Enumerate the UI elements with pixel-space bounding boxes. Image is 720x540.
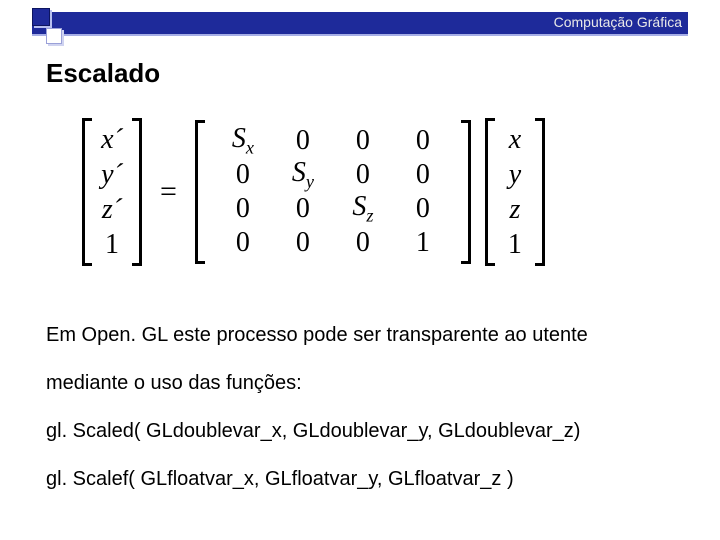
cell: x´ <box>98 122 126 157</box>
cell: Sz <box>352 191 373 227</box>
cell: 0 <box>236 193 250 225</box>
cell: 0 <box>356 125 370 157</box>
cell: z´ <box>98 192 126 227</box>
equation: x´ y´ z´ 1 = Sx 0 0 0 0 Sy 0 0 <box>82 118 545 266</box>
cell: 1 <box>416 227 430 259</box>
header-breadcrumb: Computação Gráfica <box>554 14 682 30</box>
bracket-left-icon <box>82 118 92 266</box>
cell: 0 <box>296 125 310 157</box>
rhs-vector: x y z 1 <box>485 118 545 266</box>
slide: Computação Gráfica Escalado x´ y´ z´ 1 =… <box>0 0 720 540</box>
bracket-right-icon <box>535 118 545 266</box>
cell: z <box>501 192 529 227</box>
bullet-square-white <box>46 28 62 44</box>
cell: 0 <box>356 159 370 191</box>
header-underline <box>32 34 688 36</box>
matrix-cells: Sx 0 0 0 0 Sy 0 0 0 0 Sz 0 0 0 0 1 <box>205 120 461 264</box>
page-title: Escalado <box>46 58 160 89</box>
bullet-square-blue <box>32 8 50 26</box>
header-bar: Computação Gráfica <box>32 12 688 34</box>
cell: Sy <box>292 157 314 193</box>
body-line-1: Em Open. GL este processo pode ser trans… <box>46 322 674 348</box>
bracket-right-icon <box>461 120 471 264</box>
cell: Sx <box>232 123 254 159</box>
equation-row: x´ y´ z´ 1 = Sx 0 0 0 0 Sy 0 0 <box>82 118 545 266</box>
cell: 0 <box>236 159 250 191</box>
cell: y´ <box>98 157 126 192</box>
cell: x <box>501 122 529 157</box>
cell: y <box>501 157 529 192</box>
bracket-left-icon <box>485 118 495 266</box>
lhs-vector: x´ y´ z´ 1 <box>82 118 142 266</box>
matrix: Sx 0 0 0 0 Sy 0 0 0 0 Sz 0 0 0 0 1 <box>195 120 471 264</box>
equals-sign: = <box>156 175 181 209</box>
rhs-vector-cells: x y z 1 <box>495 118 535 266</box>
cell: 0 <box>356 227 370 259</box>
cell: 0 <box>416 159 430 191</box>
body-line-4: gl. Scalef( GLfloatvar_x, GLfloatvar_y, … <box>46 466 674 492</box>
lhs-vector-cells: x´ y´ z´ 1 <box>92 118 132 266</box>
bracket-left-icon <box>195 120 205 264</box>
cell: 1 <box>98 227 126 262</box>
cell: 0 <box>236 227 250 259</box>
cell: 0 <box>416 193 430 225</box>
bracket-right-icon <box>132 118 142 266</box>
body-line-2: mediante o uso das funções: <box>46 370 674 396</box>
cell: 0 <box>296 193 310 225</box>
cell: 0 <box>416 125 430 157</box>
body-line-3: gl. Scaled( GLdoublevar_x, GLdoublevar_y… <box>46 418 674 444</box>
cell: 0 <box>296 227 310 259</box>
cell: 1 <box>501 227 529 262</box>
